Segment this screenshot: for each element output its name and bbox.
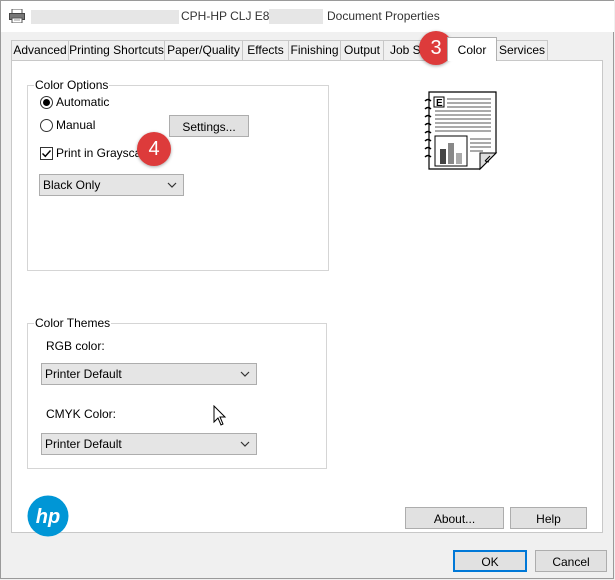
chevron-down-icon <box>240 441 250 447</box>
cmyk-color-label: CMYK Color: <box>46 407 117 421</box>
printer-icon <box>9 8 25 24</box>
tab-finishing[interactable]: Finishing <box>288 40 341 60</box>
automatic-radio[interactable] <box>40 96 53 109</box>
cmyk-color-select[interactable]: Printer Default <box>41 433 257 455</box>
about-button[interactable]: About... <box>405 507 504 529</box>
color-options-legend: Color Options <box>34 78 110 92</box>
grayscale-checkbox[interactable] <box>40 147 53 160</box>
title-bar: CPH-HP CLJ E87650- Document Properties <box>1 1 614 32</box>
cmyk-color-select-value: Printer Default <box>45 437 122 451</box>
hp-logo-text: hp <box>36 506 60 528</box>
radio-selected-dot <box>43 99 50 106</box>
color-themes-group: Color Themes RGB color: Printer Default … <box>27 316 327 469</box>
tab-effects[interactable]: Effects <box>242 40 289 60</box>
tab-advanced[interactable]: Advanced <box>11 40 69 60</box>
step-marker-4: 4 <box>137 132 171 166</box>
color-options-group: Color Options Automatic Manual Settings.… <box>27 78 329 271</box>
document-preview-icon: E <box>423 91 501 176</box>
redacted-name <box>31 10 179 24</box>
mouse-pointer-icon <box>213 404 227 430</box>
cancel-button[interactable]: Cancel <box>535 550 607 572</box>
rgb-color-label: RGB color: <box>46 339 105 353</box>
chevron-down-icon <box>167 182 177 188</box>
color-themes-legend: Color Themes <box>34 316 112 330</box>
automatic-label: Automatic <box>56 95 110 109</box>
tab-color[interactable]: Color <box>447 37 497 61</box>
manual-label: Manual <box>56 118 96 132</box>
redacted-model-suffix <box>269 9 323 24</box>
chevron-down-icon <box>240 371 250 377</box>
settings-button[interactable]: Settings... <box>169 115 249 137</box>
hp-logo: hp <box>27 495 69 540</box>
rgb-color-select-value: Printer Default <box>45 367 122 381</box>
tab-output[interactable]: Output <box>340 40 384 60</box>
help-button[interactable]: Help <box>510 507 587 529</box>
svg-text:E: E <box>436 98 443 109</box>
rgb-color-select[interactable]: Printer Default <box>41 363 257 385</box>
tab-printing-shortcuts[interactable]: Printing Shortcuts <box>68 40 165 60</box>
window-title-suffix: Document Properties <box>327 9 440 23</box>
tab-services[interactable]: Services <box>496 40 548 60</box>
document-properties-window: CPH-HP CLJ E87650- Document Properties A… <box>0 0 614 579</box>
grayscale-select-value: Black Only <box>43 178 101 192</box>
grayscale-select[interactable]: Black Only <box>39 174 184 196</box>
checkmark-icon <box>42 150 52 158</box>
manual-radio[interactable] <box>40 119 53 132</box>
color-tab-panel: Color Options Automatic Manual Settings.… <box>11 60 603 537</box>
ok-button[interactable]: OK <box>453 550 527 572</box>
tab-paper-quality[interactable]: Paper/Quality <box>164 40 243 60</box>
